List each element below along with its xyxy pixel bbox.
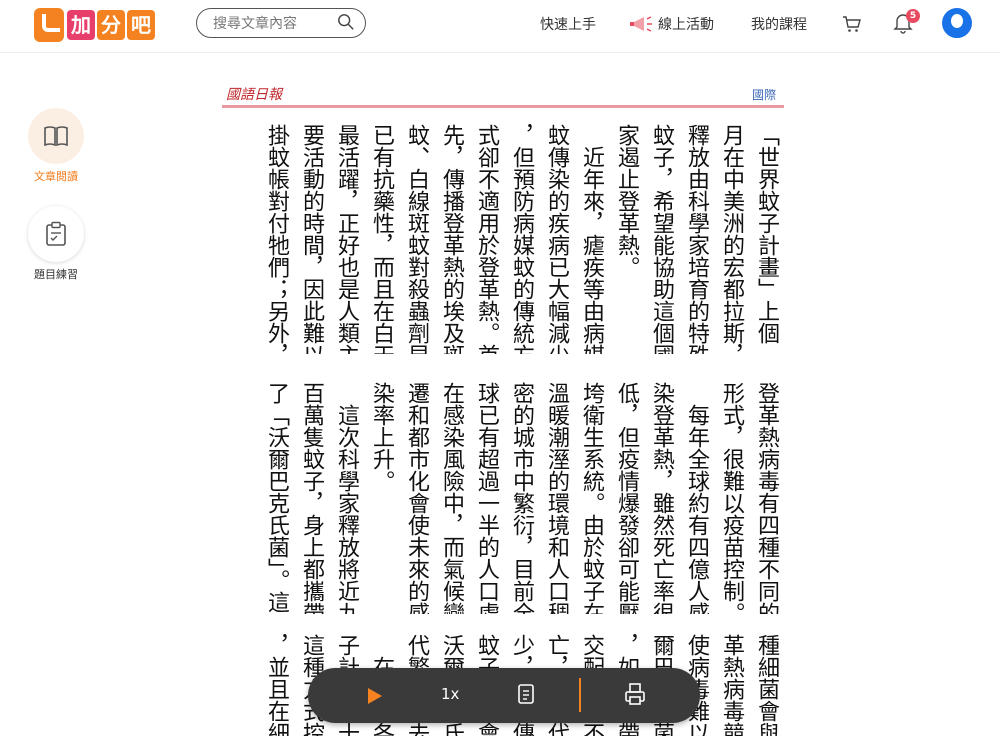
site-logo[interactable]: 加 分 吧 <box>34 6 155 44</box>
print-icon[interactable] <box>624 682 646 706</box>
section-tag: 國際 <box>751 88 776 102</box>
text-column: ，但預防病媒蚊的傳統方 <box>509 124 534 354</box>
player-divider <box>579 678 581 712</box>
logo-text: 加 分 吧 <box>67 10 155 40</box>
sidebar-item-circle <box>28 206 84 262</box>
book-icon <box>44 126 68 147</box>
text-column: 了「沃爾巴克氏菌」。這 <box>264 382 289 613</box>
avatar[interactable] <box>942 8 972 38</box>
newspaper-article: 國語日報 國際 「世界蚊子計畫」上個 月在中美洲的宏都拉斯， 釋放由科學家培育的… <box>222 82 784 736</box>
top-bar: 加 分 吧 快速上手 線上活動 我的課程 5 <box>0 0 1000 53</box>
text-column: 先，傳播登革熱的埃及斑 <box>439 124 464 354</box>
logo-mark-icon <box>34 8 64 42</box>
text-column: 形式，很難以疫苗控制。 <box>719 382 744 614</box>
text-column: 釋放由科學家培育的特殊 <box>684 124 709 354</box>
text-column: 月在中美洲的宏都拉斯， <box>719 124 744 354</box>
nav-activity-label: 線上活動 <box>658 17 714 33</box>
text-column: 最活躍，正好也是人類主 <box>334 124 359 354</box>
logo-char: 吧 <box>127 10 155 40</box>
user-icon <box>947 14 967 38</box>
text-column: 蚊、白線斑蚊對殺蟲劑早 <box>404 124 429 354</box>
text-column: 球已有超過一半的人口處 <box>474 382 499 614</box>
document-icon[interactable] <box>516 682 536 706</box>
play-icon[interactable] <box>364 686 384 706</box>
text-column: 這次科學家釋放將近九 <box>334 382 359 614</box>
text-column: 染登革熱，雖然死亡率很 <box>649 382 674 614</box>
sidebar-item-circle <box>28 108 84 164</box>
text-column: 溫暖潮溼的環境和人口稠 <box>544 382 569 614</box>
sidebar-item-article-reading[interactable]: 文章閱讀 <box>26 108 86 184</box>
search-box <box>196 8 366 38</box>
text-column: 登革熱病毒有四種不同的 <box>754 382 779 614</box>
text-column: 染率上升。 <box>369 382 394 492</box>
text-column: 革熱病毒競 <box>719 634 744 736</box>
text-column: 式卻不適用於登革熱。首 <box>474 124 499 354</box>
text-column: 近年來，瘧疾等由病媒 <box>579 124 604 354</box>
newspaper-masthead: 國語日報 <box>226 87 282 103</box>
text-column: 掛蚊帳對付牠們；另外， <box>264 124 289 354</box>
search-input[interactable] <box>211 13 325 35</box>
text-column: 蚊傳染的疾病已大幅減少 <box>544 124 569 354</box>
text-column: 要活動的時間，因此難以 <box>299 124 324 354</box>
text-column: 遷和都市化會使未來的感 <box>404 382 429 614</box>
nav-quick-start[interactable]: 快速上手 <box>540 14 596 34</box>
text-column: 已有抗藥性，而且在白天 <box>369 124 394 354</box>
megaphone-icon <box>630 16 652 32</box>
audio-player-bar: 1x <box>308 668 700 723</box>
text-column: 種細菌會與 <box>754 634 779 736</box>
article-block-1: 「世界蚊子計畫」上個 月在中美洲的宏都拉斯， 釋放由科學家培育的特殊 蚊子，希望… <box>222 124 784 354</box>
sidebar-item-label: 文章閱讀 <box>34 170 78 183</box>
text-column: 家遏止登革熱。 <box>614 124 639 278</box>
sidebar-item-label: 題目練習 <box>34 268 78 281</box>
text-column: 每年全球約有四億人感 <box>684 382 709 614</box>
logo-char: 分 <box>97 10 125 40</box>
notification-badge: 5 <box>906 9 920 23</box>
search-icon[interactable] <box>337 13 355 31</box>
text-column: ，並且在細 <box>264 634 289 736</box>
cart-icon[interactable] <box>842 14 862 34</box>
article-block-2: 登革熱病毒有四種不同的 形式，很難以疫苗控制。 每年全球約有四億人感 染登革熱，… <box>222 382 784 614</box>
playback-speed-button[interactable]: 1x <box>441 685 459 703</box>
text-column: 垮衛生系統。由於蚊子在 <box>579 382 604 614</box>
header-rule <box>222 105 784 108</box>
nav-my-courses[interactable]: 我的課程 <box>751 14 807 34</box>
text-column: 低，但疫情爆發卻可能壓 <box>614 382 639 614</box>
text-column: 蚊子，希望能協助這個國 <box>649 124 674 354</box>
text-column: 在感染風險中，而氣候變 <box>439 382 464 614</box>
logo-char: 加 <box>67 10 95 40</box>
text-column: 「世界蚊子計畫」上個 <box>754 124 779 344</box>
nav-online-activity[interactable]: 線上活動 <box>628 14 714 34</box>
clipboard-icon <box>46 221 66 246</box>
text-column: 百萬隻蚊子，身上都攜帶 <box>299 382 324 614</box>
text-column: 密的城市中繁衍，目前全 <box>509 382 534 614</box>
sidebar-item-question-practice[interactable]: 題目練習 <box>26 206 86 282</box>
